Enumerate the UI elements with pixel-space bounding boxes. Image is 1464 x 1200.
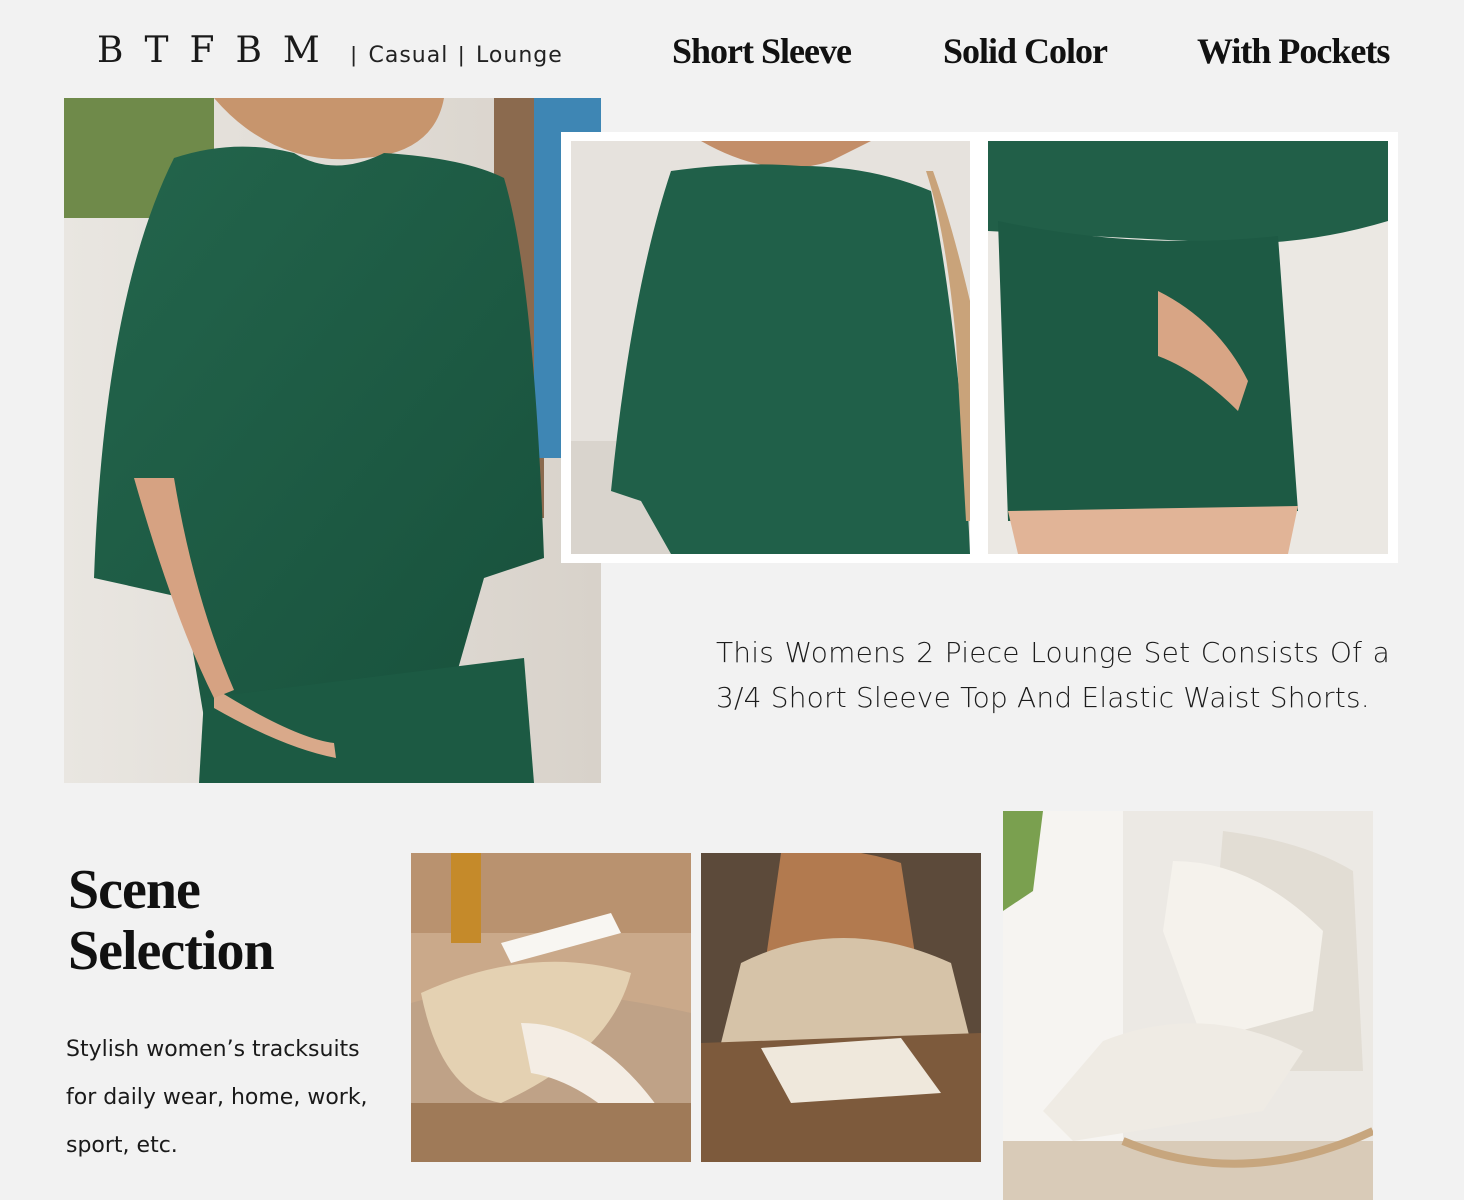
- scene-selection-title: Scene Selection: [68, 860, 368, 982]
- feature-with-pockets: With Pockets: [1197, 31, 1390, 71]
- brand-tag-lounge: Lounge: [476, 43, 563, 68]
- writing-desk-photo: [701, 853, 981, 1162]
- brand-logo: BTFBM | Casual | Lounge: [97, 30, 563, 71]
- brand-tag-casual: Casual: [368, 43, 449, 68]
- feature-solid-color: Solid Color: [943, 31, 1108, 71]
- rocking-chair-photo: [1003, 811, 1373, 1200]
- feature-short-sleeve: Short Sleeve: [672, 31, 852, 71]
- brand-separator: |: [458, 42, 465, 67]
- scene-selection-text: Stylish women’s tracksuits for daily wea…: [66, 1037, 368, 1158]
- brand-name: BTFBM: [97, 30, 341, 71]
- top-detail-photo: [571, 141, 970, 554]
- sofa-reading-photo: [411, 853, 691, 1162]
- brand-separator: |: [350, 42, 357, 67]
- product-description: This Womens 2 Piece Lounge Set Consists …: [716, 636, 1390, 714]
- scene-title-line2: Selection: [68, 920, 275, 982]
- scene-title-line1: Scene: [68, 859, 201, 921]
- model-main-photo: [64, 98, 601, 783]
- shorts-pocket-photo: [988, 141, 1388, 554]
